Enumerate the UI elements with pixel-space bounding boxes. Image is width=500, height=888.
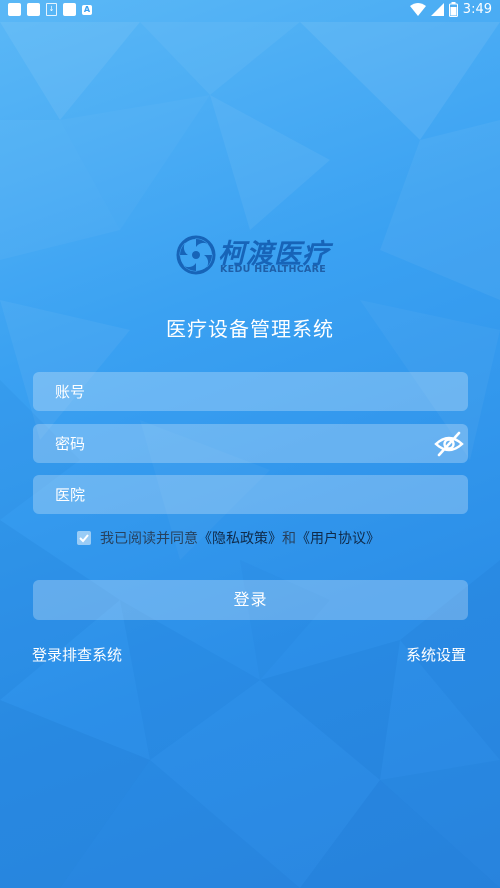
system-icons: 3:49 <box>409 2 492 17</box>
status-bar: ↓ A 3:49 <box>0 0 500 22</box>
battery-icon <box>448 2 458 17</box>
user-agreement-link[interactable]: 《用户协议》 <box>296 528 380 548</box>
agreement-row: 我已阅读并同意 《隐私政策》 和 《用户协议》 <box>77 528 380 548</box>
agree-text: 我已阅读并同意 <box>100 531 198 547</box>
square-icon <box>63 3 76 16</box>
account-field[interactable] <box>33 372 468 411</box>
and-text: 和 <box>282 531 296 547</box>
brand-name-en: KEDU HEALTHCARE <box>220 264 327 275</box>
kedu-logo-icon <box>176 235 216 275</box>
brand-logo: 柯渡医疗 KEDU HEALTHCARE <box>176 232 329 280</box>
signal-icon <box>430 3 444 16</box>
status-time: 3:49 <box>462 2 492 17</box>
password-field[interactable] <box>33 424 468 463</box>
download-icon: ↓ <box>46 3 57 16</box>
account-input[interactable] <box>55 372 435 411</box>
a-icon: A <box>82 4 92 15</box>
square-icon <box>27 3 40 16</box>
password-input[interactable] <box>55 424 435 463</box>
notification-icons: ↓ A <box>8 3 92 16</box>
app-title: 医疗设备管理系统 <box>166 317 334 341</box>
eye-off-icon[interactable] <box>434 429 464 459</box>
troubleshoot-link[interactable]: 登录排查系统 <box>32 644 122 665</box>
check-icon <box>79 534 89 543</box>
system-settings-link[interactable]: 系统设置 <box>406 644 466 665</box>
hospital-field[interactable] <box>33 475 468 514</box>
privacy-policy-link[interactable]: 《隐私政策》 <box>198 528 282 548</box>
square-icon <box>8 3 21 16</box>
hospital-input[interactable] <box>55 475 435 514</box>
agree-checkbox[interactable] <box>77 531 91 545</box>
wifi-icon <box>409 2 426 16</box>
login-button[interactable]: 登录 <box>33 580 468 620</box>
